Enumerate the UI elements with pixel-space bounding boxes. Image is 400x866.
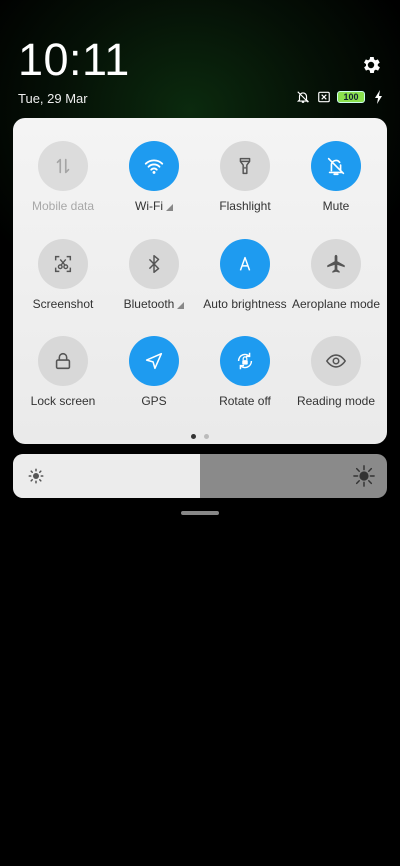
tile-label: Mobile data [32, 199, 94, 213]
date-label: Tue, 29 Mar [18, 91, 88, 106]
tile-label: Flashlight [219, 199, 270, 213]
tile-label-text: Reading mode [296, 394, 376, 408]
status-bar-icons: 100 [295, 90, 386, 104]
tile-mute[interactable]: Mute [290, 141, 382, 213]
tile-label-text: Screenshot [32, 297, 94, 311]
settings-button[interactable] [360, 54, 382, 76]
page-indicator [13, 434, 387, 439]
brightness-high-icon [353, 465, 375, 487]
tile-label: Reading mode [297, 394, 375, 408]
tile-label: Rotate off [219, 394, 271, 408]
tile-reading-mode[interactable]: Reading mode [290, 336, 382, 408]
flashlight-toggle[interactable] [220, 141, 270, 191]
mute-toggle[interactable] [311, 141, 361, 191]
tile-label-text: Auto brightness [203, 297, 287, 311]
tile-rotate-off[interactable]: Rotate off [199, 336, 291, 408]
bluetooth-icon [148, 255, 160, 273]
tile-label: Screenshot [33, 297, 94, 311]
wifi-icon [144, 159, 164, 174]
screenshot-icon [54, 255, 72, 273]
rotate-off-toggle[interactable] [220, 336, 270, 386]
tile-label-text: GPS [141, 394, 167, 408]
tile-label: GPS [141, 394, 166, 408]
gps-toggle[interactable] [129, 336, 179, 386]
tile-wi-fi[interactable]: Wi-Fi [108, 141, 200, 213]
lock-screen-toggle[interactable] [38, 336, 88, 386]
mobile-data-toggle[interactable] [38, 141, 88, 191]
lock-icon [55, 352, 71, 370]
drag-handle[interactable] [181, 511, 219, 515]
tile-label: Mute [323, 199, 350, 213]
tile-label-text: Bluetooth [123, 297, 175, 311]
tile-gps[interactable]: GPS [108, 336, 200, 408]
screenshot-toggle[interactable] [38, 239, 88, 289]
tile-mobile-data[interactable]: Mobile data [17, 141, 109, 213]
tile-bluetooth[interactable]: Bluetooth [108, 239, 200, 311]
mobile-data-icon [56, 158, 70, 174]
tile-label: Lock screen [31, 394, 96, 408]
tile-screenshot[interactable]: Screenshot [17, 239, 109, 311]
auto-brightness-toggle[interactable] [220, 239, 270, 289]
tile-label: Wi-Fi [135, 199, 173, 213]
tile-label: Bluetooth [124, 297, 185, 311]
wi-fi-toggle[interactable] [129, 141, 179, 191]
clock-time: 10:11 [18, 34, 130, 85]
battery-icon: 100 [337, 91, 365, 103]
tile-label-text: Aeroplane mode [291, 297, 381, 311]
eye-icon [325, 354, 347, 368]
tile-aeroplane-mode[interactable]: Aeroplane mode [290, 239, 382, 311]
bell-off-icon [327, 157, 345, 176]
reading-mode-toggle[interactable] [311, 336, 361, 386]
auto-brightness-icon [239, 256, 251, 271]
tile-label-text: Rotate off [219, 394, 271, 408]
expand-indicator-icon [177, 301, 185, 309]
quick-settings-panel: Mobile data Wi-Fi Flashlight Mute Screenshot… [13, 118, 387, 444]
airplane-icon [327, 254, 345, 273]
page-dot-inactive[interactable] [204, 434, 209, 439]
bluetooth-toggle[interactable] [129, 239, 179, 289]
page-dot-active[interactable] [191, 434, 196, 439]
rotate-lock-icon [237, 352, 253, 370]
sim-off-icon [316, 90, 331, 104]
location-arrow-icon [145, 352, 163, 370]
tile-flashlight[interactable]: Flashlight [199, 141, 291, 213]
tile-label: Auto brightness [203, 297, 286, 311]
aeroplane-mode-toggle[interactable] [311, 239, 361, 289]
tile-label-text: Mobile data [31, 199, 95, 213]
charging-bolt-icon [371, 90, 386, 104]
brightness-slider[interactable] [13, 454, 387, 498]
bell-off-icon [295, 90, 310, 104]
gear-icon [364, 57, 380, 73]
tile-label-text: Flashlight [219, 199, 271, 213]
tile-label-text: Wi-Fi [135, 199, 163, 213]
brightness-low-icon [28, 468, 44, 484]
tile-lock-screen[interactable]: Lock screen [17, 336, 109, 408]
tile-auto-brightness[interactable]: Auto brightness [199, 239, 291, 311]
expand-indicator-icon [165, 203, 173, 211]
tile-label: Aeroplane mode [292, 297, 380, 311]
tile-label-text: Lock screen [30, 394, 96, 408]
tile-label-text: Mute [322, 199, 350, 213]
flashlight-icon [239, 157, 251, 175]
